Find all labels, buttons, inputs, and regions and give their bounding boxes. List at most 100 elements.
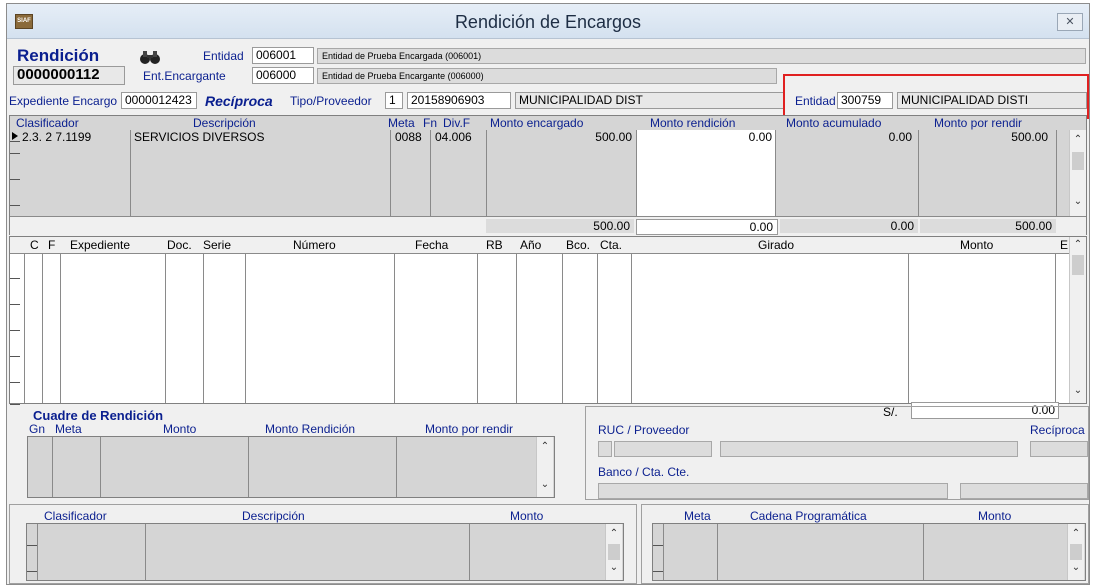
col-header-doc: Doc. (167, 238, 192, 252)
cuadre-header-gn: Gn (29, 422, 46, 436)
total-monto-acumulado: 0.00 (780, 219, 918, 233)
scroll-up-icon[interactable]: ⌃ (1068, 528, 1084, 539)
title-bar: SIAF Rendición de Encargos ✕ (7, 4, 1089, 39)
col-header-descripcion: Descripción (193, 116, 256, 130)
scroll-thumb[interactable] (608, 544, 620, 560)
ruc-tipo-field[interactable] (598, 441, 612, 457)
grid2-scrollbar[interactable]: ⌃ ⌄ (1069, 237, 1086, 403)
table-row-meta[interactable]: 0088 (395, 130, 422, 144)
bottom-right-scrollbar[interactable]: ⌃ ⌄ (1067, 524, 1084, 580)
rendicion-label: Rendición (17, 46, 100, 65)
grid2-col-divider (60, 253, 61, 403)
tipo-field[interactable]: 1 (385, 92, 403, 109)
cuadre-grid: ⌃ ⌄ (27, 436, 555, 498)
cuadre-scrollbar[interactable]: ⌃ ⌄ (536, 437, 553, 497)
ruc-proveedor-label: RUC / Proveedor (598, 423, 690, 437)
grid2-col-divider (165, 253, 166, 403)
scroll-thumb[interactable] (1072, 255, 1084, 275)
table-row-monto-acumulado[interactable]: 0.00 (889, 130, 912, 144)
table-row-monto-encargado[interactable]: 500.00 (595, 130, 632, 144)
row-marker[interactable] (653, 560, 663, 572)
grid2-col-divider (1055, 253, 1056, 403)
cta-cte-field[interactable] (960, 483, 1088, 499)
scroll-up-icon[interactable]: ⌃ (1070, 134, 1086, 145)
grid2-col-divider (24, 253, 25, 403)
row-marker[interactable] (27, 534, 37, 546)
cuadre-col-divider (100, 437, 101, 497)
row-indicator[interactable] (10, 130, 20, 142)
rendicion-number-field[interactable]: 0000000112 (13, 66, 125, 85)
col-header-meta: Meta (388, 116, 415, 130)
banco-field[interactable] (598, 483, 948, 499)
col-header-monto: Monto (960, 238, 994, 252)
grid2-col-divider (477, 253, 478, 403)
table-row-fn-div[interactable]: 04.006 (435, 130, 472, 144)
bottom-right-panel: Meta Cadena Programática Monto ⌃ ⌄ (641, 504, 1089, 584)
close-button[interactable]: ✕ (1057, 13, 1083, 31)
scroll-down-icon[interactable]: ⌄ (537, 479, 553, 490)
scroll-down-icon[interactable]: ⌄ (1070, 196, 1086, 207)
table-row-monto-rendicion[interactable]: 0.00 (749, 130, 772, 144)
cuadre-header-meta: Meta (55, 422, 82, 436)
ent-encargante-code-field[interactable]: 006000 (252, 67, 314, 84)
bottom-left-grid: ⌃ ⌄ (26, 523, 624, 581)
row-marker[interactable] (10, 371, 20, 383)
grid2-header: C F Expediente Doc. Serie Número Fecha R… (10, 237, 1086, 254)
row-marker[interactable] (10, 319, 20, 331)
table-row-clasificador[interactable]: 2.3. 2 7.1199 (22, 130, 91, 144)
scroll-down-icon[interactable]: ⌄ (606, 562, 622, 573)
col-header-fecha: Fecha (415, 238, 449, 252)
bl-header-clasificador: Clasificador (44, 509, 107, 523)
row-marker[interactable] (10, 293, 20, 305)
col-header-clasificador: Clasificador (16, 116, 79, 130)
proveedor-panel: RUC / Proveedor Recíproca Banco / Cta. C… (585, 406, 1089, 500)
scroll-down-icon[interactable]: ⌄ (1068, 562, 1084, 573)
br-header-cadena: Cadena Programática (750, 509, 867, 523)
cuadre-col-divider (52, 437, 53, 497)
bottom-left-scrollbar[interactable]: ⌃ ⌄ (605, 524, 622, 580)
grid1-col-divider (390, 130, 391, 216)
bl-col-divider (469, 524, 470, 580)
expediente-label: Expediente Encargo (9, 94, 118, 108)
entidad-code-field[interactable]: 006001 (252, 47, 314, 64)
entidad-name-field: Entidad de Prueba Encargada (006001) (317, 48, 1086, 64)
proveedor-name-field: MUNICIPALIDAD DIST (515, 92, 785, 109)
table-row-monto-por-rendir[interactable]: 500.00 (1011, 130, 1048, 144)
scroll-thumb[interactable] (1072, 152, 1084, 170)
total-monto-por-rendir: 500.00 (920, 219, 1056, 233)
row-marker[interactable] (10, 267, 20, 279)
row-marker[interactable] (10, 393, 20, 405)
grid1-scrollbar[interactable]: ⌃ ⌄ (1069, 130, 1086, 216)
cuadre-header-monto-rendicion: Monto Rendición (265, 422, 356, 436)
grid2-col-divider (597, 253, 598, 403)
scroll-up-icon[interactable]: ⌃ (537, 441, 553, 452)
reciproca-field[interactable] (1030, 441, 1088, 457)
cuadre-title: Cuadre de Rendición (33, 408, 164, 423)
clasificador-grid: Clasificador Descripción Meta Fn Div.F M… (9, 115, 1087, 235)
row-marker[interactable] (10, 142, 20, 154)
ruc-field[interactable] (614, 441, 712, 457)
scroll-thumb[interactable] (1070, 544, 1082, 560)
row-marker[interactable] (27, 560, 37, 572)
scroll-up-icon[interactable]: ⌃ (606, 528, 622, 539)
grid1-col-divider (430, 130, 431, 216)
cuadre-panel: Cuadre de Rendición Gn Meta Monto Monto … (27, 408, 575, 500)
bottom-left-panel: Clasificador Descripción Monto ⌃ ⌄ (9, 504, 637, 584)
grid2-col-divider (908, 253, 909, 403)
row-marker[interactable] (653, 534, 663, 546)
expediente-field[interactable]: 0000012423 (121, 92, 197, 109)
row-marker[interactable] (10, 345, 20, 357)
col-header-bco: Bco. (566, 238, 591, 252)
row-marker[interactable] (10, 168, 20, 180)
row-marker[interactable] (10, 194, 20, 206)
proveedor-name-field (720, 441, 1018, 457)
grid2-body (10, 253, 1068, 405)
grid1-col-divider (130, 130, 131, 216)
proveedor-ruc-field[interactable]: 20158906903 (407, 92, 511, 109)
binoculars-icon[interactable] (137, 49, 163, 65)
scroll-down-icon[interactable]: ⌄ (1070, 385, 1086, 396)
table-row-descripcion[interactable]: SERVICIOS DIVERSOS (134, 130, 264, 144)
col-header-numero: Número (293, 238, 336, 252)
rendicion-window: SIAF Rendición de Encargos ✕ Rendición 0… (6, 3, 1090, 585)
scroll-up-icon[interactable]: ⌃ (1070, 239, 1086, 250)
